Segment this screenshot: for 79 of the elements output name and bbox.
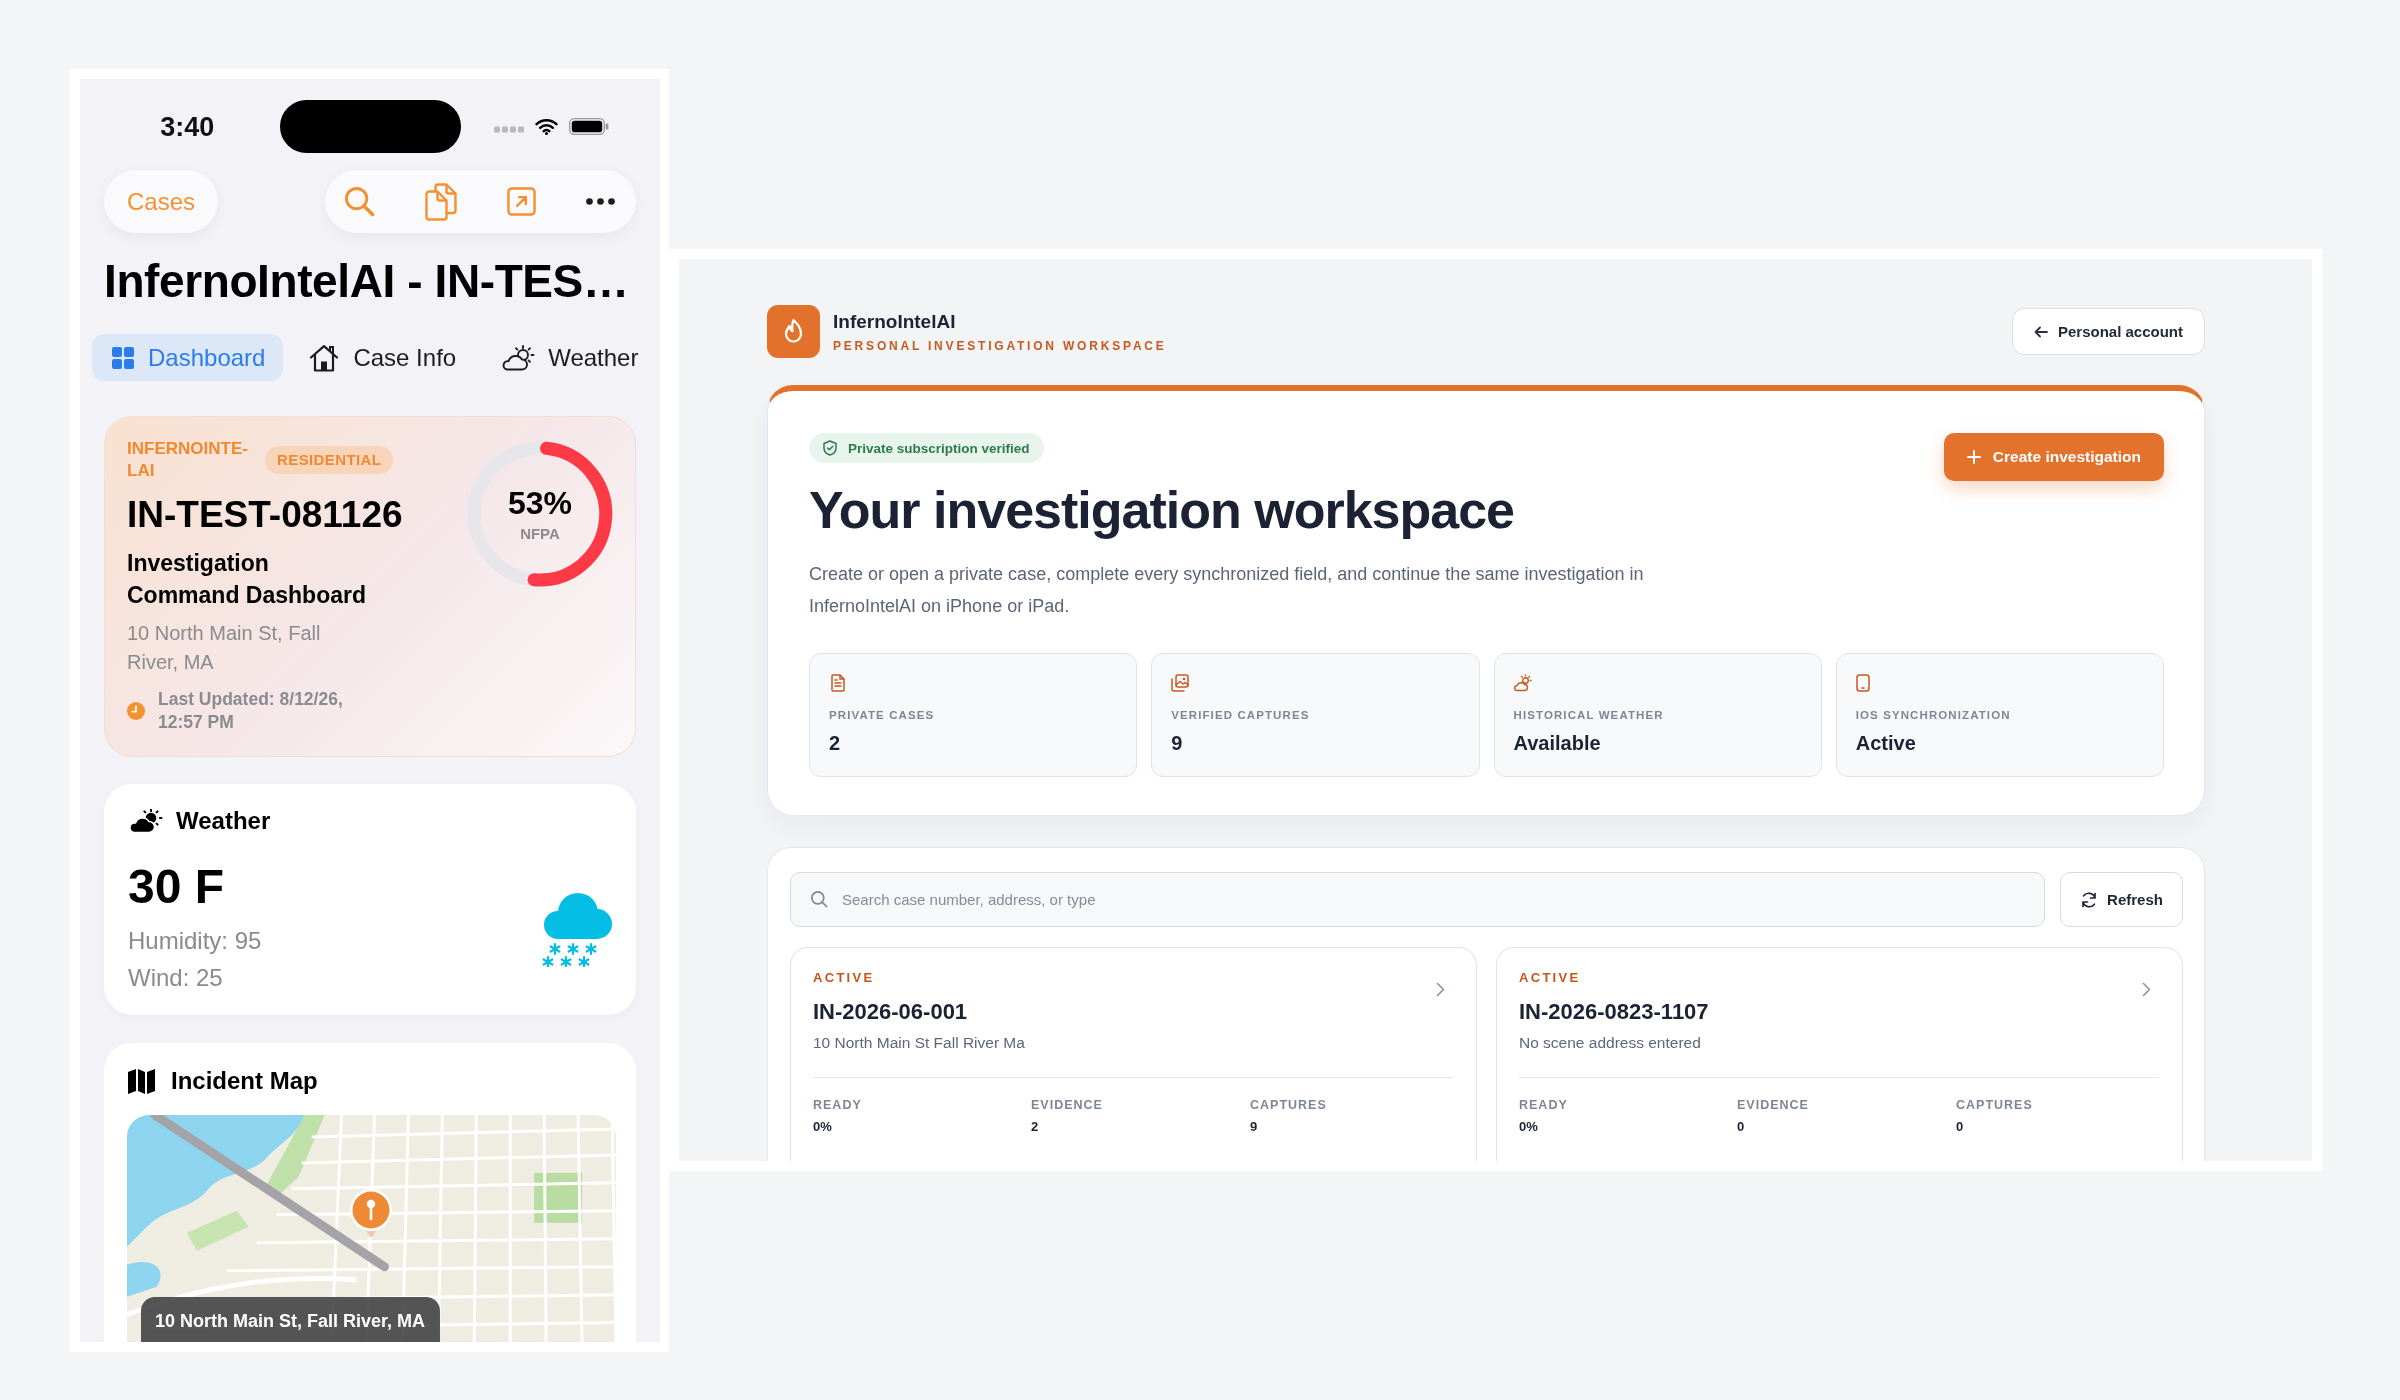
house-icon <box>309 343 340 372</box>
case-subtitle: Investigation Command Dashboard <box>127 549 367 610</box>
documents-icon[interactable] <box>425 182 457 221</box>
arrow-left-icon <box>2033 325 2048 338</box>
workspace-description: Create or open a private case, complete every synchronized field, and continue the same investigation in InfernoIntelAI on iPhone or iPad. <box>809 563 1645 618</box>
metric-value: 9 <box>1250 1119 1259 1135</box>
more-icon[interactable] <box>586 198 615 205</box>
images-icon <box>1171 674 1190 692</box>
case-number: IN-2026-06-001 <box>813 998 968 1026</box>
personal-account-button[interactable]: Personal account <box>2011 308 2205 355</box>
status-time: 3:40 <box>160 110 215 143</box>
stat-label: HISTORICAL WEATHER <box>1513 708 1665 722</box>
case-number: IN-2026-0823-1107 <box>1519 998 1709 1026</box>
temperature: 30 F <box>128 860 226 914</box>
last-updated-text: Last Updated: 8/12/26, 12:57 PM <box>158 688 344 734</box>
map-address-label: 10 North Main St, Fall River, MA <box>141 1297 441 1342</box>
cloud-sun-icon <box>128 809 163 833</box>
tab[interactable]: Case Info <box>289 334 475 381</box>
signal-icon <box>493 126 524 133</box>
case-card[interactable]: ACTIVE IN-2026-0823-1107 No scene address entered READY 0% EVIDENCE 0 CAPTURES 0 <box>1496 947 2183 1161</box>
organization-label: INFERNOINTE-LAI <box>127 438 249 482</box>
stat-value: 9 <box>1171 731 1184 755</box>
smartphone-icon <box>1855 674 1870 692</box>
metric-value: 0 <box>1956 1119 1965 1135</box>
case-number: IN-TEST-081126 <box>127 494 403 536</box>
workspace-heading: Your investigation workspace <box>809 480 1514 540</box>
chevron-right-icon <box>2142 982 2151 997</box>
humidity-reading: Humidity: 95 <box>128 926 262 956</box>
metric-value: 0 <box>1737 1119 1746 1135</box>
map-icon <box>128 1068 155 1094</box>
case-address: 10 North Main St, Fall River, MA <box>127 621 322 675</box>
external-link-icon[interactable] <box>507 187 536 216</box>
wifi-icon <box>534 118 558 135</box>
stat-value: 2 <box>829 731 842 755</box>
battery-icon <box>568 118 609 135</box>
metric-label: EVIDENCE <box>1031 1097 1104 1113</box>
verification-text: Private subscription verified <box>848 440 1030 456</box>
metric-value: 2 <box>1031 1119 1040 1135</box>
shield-check-icon <box>823 440 837 456</box>
tab[interactable]: Weather <box>480 334 657 381</box>
progress-caption: NFPA <box>520 524 560 543</box>
brand-name: InfernoIntelAI <box>833 311 956 333</box>
case-card[interactable]: ACTIVE IN-2026-06-001 10 North Main St Fall River Ma READY 0% EVIDENCE 2 CAPTURES 9 <box>790 947 1477 1161</box>
metric-label: CAPTURES <box>1956 1097 2034 1113</box>
case-status: ACTIVE <box>1519 970 1581 986</box>
search-icon <box>810 890 828 908</box>
document-icon <box>829 674 847 692</box>
stat-label: VERIFIED CAPTURES <box>1171 708 1311 722</box>
metric-label: CAPTURES <box>1250 1097 1328 1113</box>
brand-tagline: PERSONAL INVESTIGATION WORKSPACE <box>833 338 1167 354</box>
stat-label: IOS SYNCHRONIZATION <box>1855 708 2012 722</box>
category-badge: RESIDENTIAL <box>265 446 394 474</box>
weather-title: Weather <box>176 806 271 836</box>
progress-percent: 53% <box>507 485 572 520</box>
stat-value: Active <box>1855 731 1917 755</box>
cloud-sun-icon <box>500 344 537 371</box>
wind-reading: Wind: 25 <box>128 963 224 993</box>
page-title: InfernoIntelAI - IN-TES… <box>104 254 630 308</box>
cloud-sun-icon <box>1513 674 1532 692</box>
case-address: No scene address entered <box>1519 1033 1701 1053</box>
stat-label: PRIVATE CASES <box>829 708 936 722</box>
refresh-icon <box>2080 890 2099 909</box>
search-icon[interactable] <box>344 186 375 217</box>
case-address: 10 North Main St Fall River Ma <box>813 1033 1025 1053</box>
metric-label: READY <box>813 1097 863 1113</box>
search-field[interactable]: Search case number, address, or type <box>790 872 2045 927</box>
plus-icon <box>1966 450 1981 464</box>
stat-value: Available <box>1513 731 1602 755</box>
refresh-button[interactable]: Refresh <box>2060 872 2183 927</box>
flame-icon <box>767 305 820 358</box>
metric-value: 0% <box>1519 1119 1539 1135</box>
case-status: ACTIVE <box>813 970 875 986</box>
metric-label: EVIDENCE <box>1737 1097 1810 1113</box>
chevron-right-icon <box>1436 982 1445 997</box>
clock-icon <box>127 702 145 720</box>
metric-value: 0% <box>813 1119 833 1135</box>
metric-label: READY <box>1519 1097 1569 1113</box>
map-title: Incident Map <box>171 1066 318 1096</box>
grid-icon <box>112 346 134 369</box>
